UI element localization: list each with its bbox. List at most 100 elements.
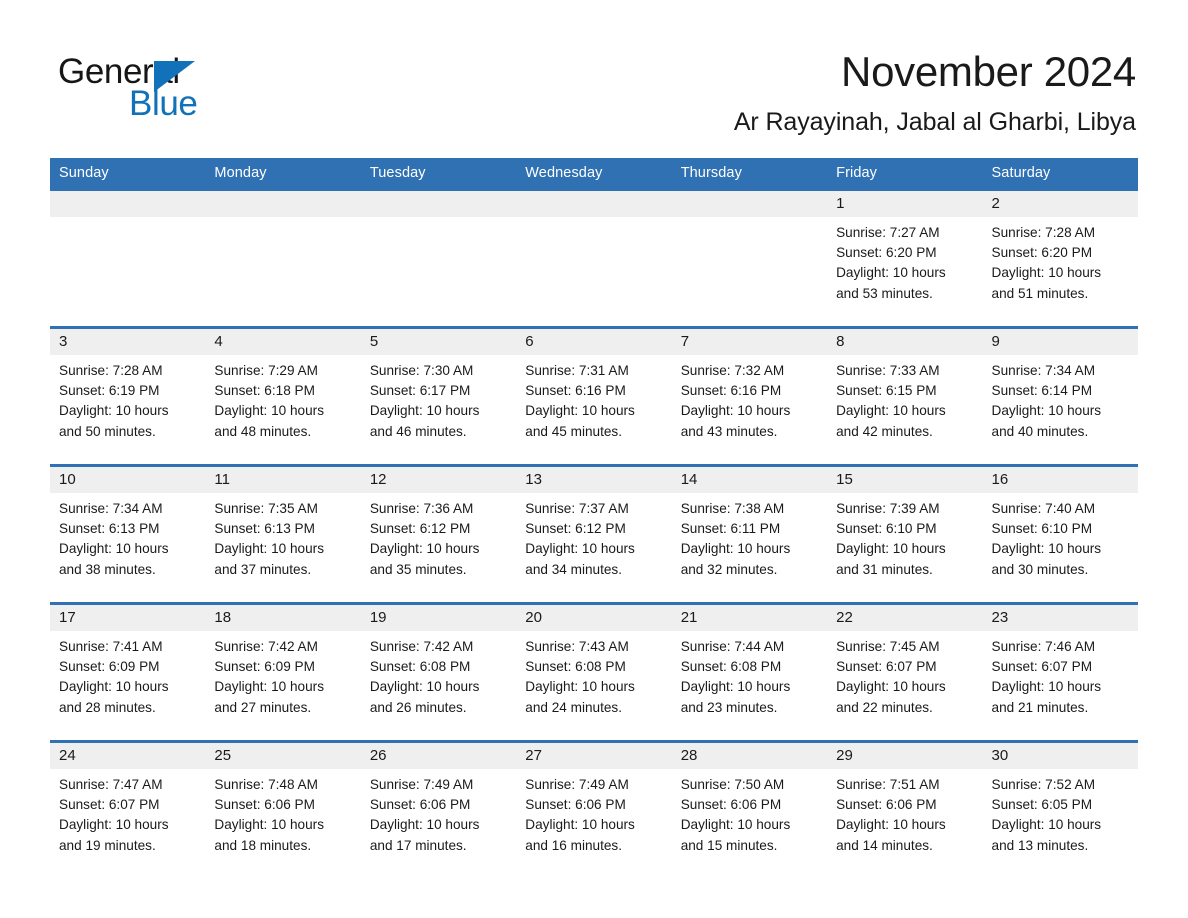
day-cell: [205, 191, 360, 326]
daylight-text-line2: and 51 minutes.: [991, 285, 1089, 301]
daylight-text-line2: and 15 minutes.: [680, 837, 778, 853]
sunrise-text: Sunrise: 7:42 AM: [214, 639, 318, 654]
day-cell[interactable]: 11 Sunrise: 7:35 AM Sunset: 6:13 PM Dayl…: [205, 467, 360, 602]
daylight-text-line2: and 23 minutes.: [680, 699, 778, 715]
day-cell[interactable]: 22 Sunrise: 7:45 AM Sunset: 6:07 PM Dayl…: [827, 605, 982, 740]
day-info: Sunrise: 7:32 AM Sunset: 6:16 PM Dayligh…: [681, 361, 818, 442]
day-cell[interactable]: 24 Sunrise: 7:47 AM Sunset: 6:07 PM Dayl…: [50, 743, 205, 878]
day-cell[interactable]: 26 Sunrise: 7:49 AM Sunset: 6:06 PM Dayl…: [361, 743, 516, 878]
daylight-text-line2: and 40 minutes.: [991, 423, 1089, 439]
day-cell[interactable]: 1 Sunrise: 7:27 AM Sunset: 6:20 PM Dayli…: [827, 191, 982, 326]
day-cell[interactable]: 21 Sunrise: 7:44 AM Sunset: 6:08 PM Dayl…: [672, 605, 827, 740]
daylight-text-line1: Daylight: 10 hours: [59, 679, 169, 695]
sunrise-text: Sunrise: 7:34 AM: [59, 501, 163, 516]
daylight-text-line1: Daylight: 10 hours: [214, 817, 324, 833]
daylight-text-line2: and 46 minutes.: [369, 423, 467, 439]
day-cell[interactable]: 18 Sunrise: 7:42 AM Sunset: 6:09 PM Dayl…: [205, 605, 360, 740]
sunrise-text: Sunrise: 7:52 AM: [991, 777, 1096, 792]
sunset-text: Sunset: 6:06 PM: [836, 797, 937, 813]
day-cell[interactable]: 14 Sunrise: 7:38 AM Sunset: 6:11 PM Dayl…: [672, 467, 827, 602]
weekday-header-saturday: Saturday: [991, 165, 1051, 181]
sunrise-text: Sunrise: 7:32 AM: [680, 363, 785, 378]
sunset-text: Sunset: 6:05 PM: [991, 797, 1093, 813]
day-cell[interactable]: 10 Sunrise: 7:34 AM Sunset: 6:13 PM Dayl…: [50, 467, 205, 602]
day-cell[interactable]: 8 Sunrise: 7:33 AM Sunset: 6:15 PM Dayli…: [827, 329, 982, 464]
day-info: Sunrise: 7:35 AM Sunset: 6:13 PM Dayligh…: [214, 499, 351, 580]
day-number: 17: [59, 609, 76, 626]
sunset-text: Sunset: 6:11 PM: [680, 521, 781, 537]
logo-text-blue: Blue: [129, 84, 198, 123]
daylight-text-line1: Daylight: 10 hours: [59, 541, 169, 557]
daylight-text-line2: and 45 minutes.: [525, 423, 622, 439]
day-number: 4: [214, 333, 223, 350]
general-blue-logo[interactable]: General Blue: [58, 52, 328, 124]
day-cell[interactable]: 5 Sunrise: 7:30 AM Sunset: 6:17 PM Dayli…: [361, 329, 516, 464]
day-cell: [672, 191, 827, 326]
day-cell[interactable]: 28 Sunrise: 7:50 AM Sunset: 6:06 PM Dayl…: [672, 743, 827, 878]
day-cell[interactable]: 12 Sunrise: 7:36 AM Sunset: 6:12 PM Dayl…: [361, 467, 516, 602]
day-info: Sunrise: 7:49 AM Sunset: 6:06 PM Dayligh…: [370, 775, 507, 856]
daylight-text-line1: Daylight: 10 hours: [991, 265, 1102, 281]
sunrise-text: Sunrise: 7:34 AM: [991, 363, 1096, 378]
daylight-text-line2: and 32 minutes.: [680, 561, 778, 577]
day-cell[interactable]: 16 Sunrise: 7:40 AM Sunset: 6:10 PM Dayl…: [983, 467, 1138, 602]
day-cell[interactable]: 15 Sunrise: 7:39 AM Sunset: 6:10 PM Dayl…: [827, 467, 982, 602]
daylight-text-line1: Daylight: 10 hours: [59, 817, 169, 833]
daylight-text-line2: and 27 minutes.: [214, 699, 312, 715]
day-info: Sunrise: 7:33 AM Sunset: 6:15 PM Dayligh…: [836, 361, 973, 442]
day-cell[interactable]: 7 Sunrise: 7:32 AM Sunset: 6:16 PM Dayli…: [672, 329, 827, 464]
page-title: November 2024: [841, 48, 1136, 95]
daylight-text-line1: Daylight: 10 hours: [836, 265, 946, 281]
day-number: 12: [369, 471, 387, 488]
day-cell[interactable]: 2 Sunrise: 7:28 AM Sunset: 6:20 PM Dayli…: [983, 191, 1138, 326]
daylight-text-line2: and 42 minutes.: [836, 423, 933, 439]
daylight-text-line2: and 16 minutes.: [525, 837, 622, 853]
day-cell[interactable]: 19 Sunrise: 7:42 AM Sunset: 6:08 PM Dayl…: [361, 605, 516, 740]
daylight-text-line1: Daylight: 10 hours: [680, 541, 791, 557]
weekday-header-friday: Friday: [836, 165, 877, 181]
day-cell[interactable]: 3 Sunrise: 7:28 AM Sunset: 6:19 PM Dayli…: [50, 329, 205, 464]
weekday-header-tuesday: Tuesday: [369, 165, 426, 181]
calendar-page: General Blue November 2024 Ar Rayayinah,…: [0, 0, 1188, 918]
day-cell[interactable]: 23 Sunrise: 7:46 AM Sunset: 6:07 PM Dayl…: [983, 605, 1138, 740]
daylight-text-line1: Daylight: 10 hours: [991, 679, 1102, 695]
sunset-text: Sunset: 6:10 PM: [836, 521, 937, 537]
daylight-text-line1: Daylight: 10 hours: [836, 403, 946, 419]
day-cell[interactable]: 27 Sunrise: 7:49 AM Sunset: 6:06 PM Dayl…: [516, 743, 671, 878]
day-number: 19: [369, 609, 387, 626]
daylight-text-line1: Daylight: 10 hours: [369, 403, 480, 419]
week-row: 10 Sunrise: 7:34 AM Sunset: 6:13 PM Dayl…: [50, 464, 1138, 602]
day-cell[interactable]: 20 Sunrise: 7:43 AM Sunset: 6:08 PM Dayl…: [516, 605, 671, 740]
sunset-text: Sunset: 6:12 PM: [369, 521, 471, 537]
sunset-text: Sunset: 6:19 PM: [59, 383, 160, 399]
day-number: 23: [991, 609, 1009, 626]
daylight-text-line1: Daylight: 10 hours: [214, 541, 324, 557]
sunset-text: Sunset: 6:09 PM: [214, 659, 315, 675]
sunrise-text: Sunrise: 7:41 AM: [59, 639, 163, 654]
sunrise-text: Sunrise: 7:51 AM: [836, 777, 940, 792]
day-cell: [516, 191, 671, 326]
day-number: 18: [214, 609, 232, 626]
daylight-text-line1: Daylight: 10 hours: [991, 403, 1102, 419]
day-cell[interactable]: 30 Sunrise: 7:52 AM Sunset: 6:05 PM Dayl…: [983, 743, 1138, 878]
day-number: 22: [836, 609, 853, 626]
daylight-text-line2: and 19 minutes.: [59, 837, 156, 853]
daylight-text-line1: Daylight: 10 hours: [369, 541, 480, 557]
sunset-text: Sunset: 6:15 PM: [836, 383, 937, 399]
day-cell[interactable]: 4 Sunrise: 7:29 AM Sunset: 6:18 PM Dayli…: [205, 329, 360, 464]
day-cell[interactable]: 6 Sunrise: 7:31 AM Sunset: 6:16 PM Dayli…: [516, 329, 671, 464]
day-cell[interactable]: 29 Sunrise: 7:51 AM Sunset: 6:06 PM Dayl…: [827, 743, 982, 878]
daylight-text-line2: and 24 minutes.: [525, 699, 622, 715]
day-info: Sunrise: 7:36 AM Sunset: 6:12 PM Dayligh…: [370, 499, 507, 580]
day-cell[interactable]: 13 Sunrise: 7:37 AM Sunset: 6:12 PM Dayl…: [516, 467, 671, 602]
page-header: General Blue November 2024 Ar Rayayinah,…: [0, 0, 1188, 152]
daylight-text-line2: and 28 minutes.: [59, 699, 156, 715]
day-number: 21: [680, 609, 698, 626]
day-cell[interactable]: 9 Sunrise: 7:34 AM Sunset: 6:14 PM Dayli…: [983, 329, 1138, 464]
day-info: Sunrise: 7:42 AM Sunset: 6:08 PM Dayligh…: [370, 637, 507, 718]
daylight-text-line1: Daylight: 10 hours: [836, 817, 946, 833]
day-info: Sunrise: 7:48 AM Sunset: 6:06 PM Dayligh…: [214, 775, 351, 856]
day-cell[interactable]: 25 Sunrise: 7:48 AM Sunset: 6:06 PM Dayl…: [205, 743, 360, 878]
day-cell[interactable]: 17 Sunrise: 7:41 AM Sunset: 6:09 PM Dayl…: [50, 605, 205, 740]
daylight-text-line2: and 21 minutes.: [991, 699, 1089, 715]
